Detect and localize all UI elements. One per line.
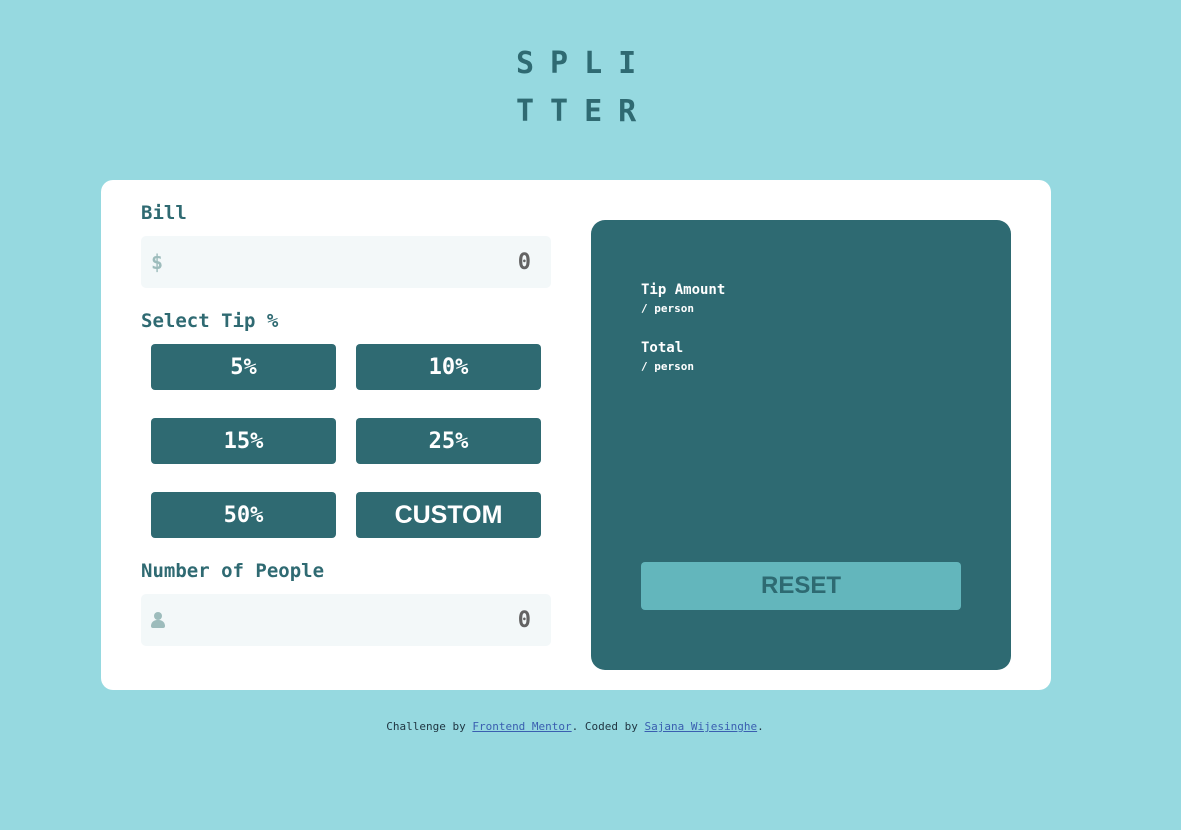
frontend-mentor-link[interactable]: Frontend Mentor xyxy=(472,720,571,733)
tip-5-button[interactable]: 5% xyxy=(151,344,336,390)
calculator-card: Bill $ Select Tip % 5% 10% 15% 25% 50% C… xyxy=(101,180,1051,690)
tip-label: Select Tip % xyxy=(141,310,279,332)
footer-middle: . Coded by xyxy=(571,720,645,733)
people-input[interactable] xyxy=(181,594,531,646)
logo-line-2: TTER xyxy=(516,94,653,129)
footer-attribution: Challenge by Frontend Mentor. Coded by S… xyxy=(0,720,1150,733)
reset-button[interactable]: RESET xyxy=(641,562,961,610)
people-label: Number of People xyxy=(141,560,325,582)
app-logo: SPLI TTER xyxy=(516,40,656,136)
logo-line-1: SPLI xyxy=(516,46,653,81)
footer-prefix: Challenge by xyxy=(386,720,473,733)
total-title: Total xyxy=(641,340,684,356)
tip-15-button[interactable]: 15% xyxy=(151,418,336,464)
bill-label: Bill xyxy=(141,202,187,224)
tip-50-button[interactable]: 50% xyxy=(151,492,336,538)
footer-suffix: . xyxy=(757,720,764,733)
bill-input[interactable] xyxy=(181,236,531,288)
person-icon xyxy=(151,612,165,628)
tip-25-button[interactable]: 25% xyxy=(356,418,541,464)
people-field-container xyxy=(141,594,551,646)
dollar-icon: $ xyxy=(151,250,164,274)
author-link[interactable]: Sajana Wijesinghe xyxy=(645,720,758,733)
bill-field-container: $ xyxy=(141,236,551,288)
tip-custom-button[interactable]: CUSTOM xyxy=(356,492,541,538)
tip-amount-sub: / person xyxy=(641,302,694,315)
tip-10-button[interactable]: 10% xyxy=(356,344,541,390)
tip-amount-title: Tip Amount xyxy=(641,282,726,298)
total-sub: / person xyxy=(641,360,694,373)
results-panel: Tip Amount / person Total / person RESET xyxy=(591,220,1011,670)
